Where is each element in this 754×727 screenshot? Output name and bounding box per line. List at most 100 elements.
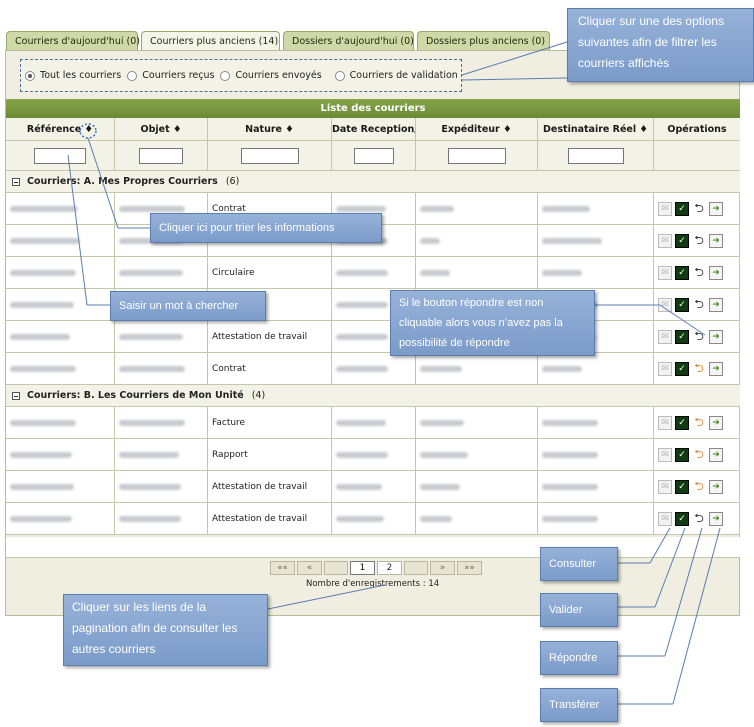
reply-icon[interactable]: ⮌: [692, 480, 706, 494]
view-icon[interactable]: ✉: [658, 329, 672, 344]
search-objet-input[interactable]: [139, 147, 183, 164]
redacted-text: [336, 269, 388, 276]
table-row[interactable]: Contrat ✉ ✓ ⮌ ➜: [6, 353, 740, 385]
column-label: Nature: [245, 124, 282, 135]
reply-icon[interactable]: ⮌: [692, 298, 706, 312]
col-expediteur[interactable]: Expéditeur ♦: [416, 118, 538, 140]
forward-icon[interactable]: ➜: [709, 201, 723, 216]
validate-icon[interactable]: ✓: [675, 233, 689, 248]
table-row[interactable]: Rapport ✉ ✓ ⮌ ➜: [6, 439, 740, 471]
tab-older-mail[interactable]: Courriers plus anciens (14): [141, 31, 280, 52]
validate-icon[interactable]: ✓: [675, 361, 689, 376]
forward-icon[interactable]: ➜: [709, 511, 723, 526]
group-header-a[interactable]: Courriers: A. Mes Propres Courriers (6): [6, 171, 740, 193]
search-nature-input[interactable]: [240, 147, 299, 164]
table-row[interactable]: Attestation de travail ✉ ✓ ⮌ ➜: [6, 321, 740, 353]
forward-icon[interactable]: ➜: [709, 297, 723, 312]
cell-date: [332, 257, 416, 288]
col-destinataire[interactable]: Destinataire Réel ♦: [538, 118, 654, 140]
tab-today-files[interactable]: Dossiers d'aujourd'hui (0): [283, 31, 414, 51]
cell-operations: ✉ ✓ ⮌ ➜: [654, 193, 740, 224]
sort-icon[interactable]: ♦: [639, 124, 648, 135]
search-cell: [654, 141, 740, 170]
view-icon[interactable]: ✉: [658, 511, 672, 526]
last-page-button[interactable]: »»: [457, 561, 482, 575]
view-icon[interactable]: ✉: [658, 297, 672, 312]
search-destinataire-input[interactable]: [567, 147, 624, 164]
collapse-icon[interactable]: [12, 391, 20, 400]
validate-icon[interactable]: ✓: [675, 447, 689, 462]
forward-icon[interactable]: ➜: [709, 233, 723, 248]
view-icon[interactable]: ✉: [658, 479, 672, 494]
cell-expediteur: [416, 439, 538, 470]
tab-older-files[interactable]: Dossiers plus anciens (0): [417, 31, 550, 51]
forward-icon[interactable]: ➜: [709, 479, 723, 494]
radio-icon[interactable]: [127, 70, 138, 81]
view-icon[interactable]: ✉: [658, 447, 672, 462]
reply-icon[interactable]: ⮌: [692, 448, 706, 462]
validate-icon[interactable]: ✓: [675, 415, 689, 430]
sort-icon[interactable]: ♦: [173, 124, 182, 135]
reply-icon[interactable]: ⮌: [692, 234, 706, 248]
cell-operations: ✉ ✓ ⮌ ➜: [654, 289, 740, 320]
search-date-input[interactable]: [353, 147, 394, 164]
forward-icon[interactable]: ➜: [709, 415, 723, 430]
validate-icon[interactable]: ✓: [675, 297, 689, 312]
sort-icon[interactable]: ♦: [285, 124, 294, 135]
forward-icon[interactable]: ➜: [709, 447, 723, 462]
table-row[interactable]: Circulaire ✉ ✓ ⮌ ➜: [6, 257, 740, 289]
first-page-button[interactable]: ««: [270, 561, 295, 575]
validate-icon[interactable]: ✓: [675, 201, 689, 216]
view-icon[interactable]: ✉: [658, 201, 672, 216]
sort-icon[interactable]: ♦: [503, 124, 512, 135]
col-reference[interactable]: Référence ♦: [6, 118, 115, 140]
validate-icon[interactable]: ✓: [675, 265, 689, 280]
page-2-button[interactable]: 2: [377, 561, 402, 575]
tab-today-mail[interactable]: Courriers d'aujourd'hui (0): [6, 31, 140, 51]
view-icon[interactable]: ✉: [658, 265, 672, 280]
redacted-text: [10, 269, 76, 276]
table-row[interactable]: Facture ✉ ✓ ⮌ ➜: [6, 407, 740, 439]
reply-icon[interactable]: ⮌: [692, 512, 706, 526]
search-cell: [6, 141, 115, 170]
view-icon[interactable]: ✉: [658, 361, 672, 376]
validate-icon[interactable]: ✓: [675, 511, 689, 526]
collapse-icon[interactable]: [12, 177, 20, 186]
group-header-b[interactable]: Courriers: B. Les Courriers de Mon Unité…: [6, 385, 740, 407]
radio-selected-icon[interactable]: [25, 70, 35, 81]
filter-validation[interactable]: Courriers de validation: [334, 70, 458, 81]
group-label: Courriers: B. Les Courriers de Mon Unité: [27, 390, 244, 401]
filter-sent[interactable]: Courriers envoyés: [220, 70, 322, 81]
search-reference-input[interactable]: [34, 147, 86, 164]
col-nature[interactable]: Nature ♦: [208, 118, 332, 140]
forward-icon[interactable]: ➜: [709, 265, 723, 280]
col-objet[interactable]: Objet ♦: [115, 118, 208, 140]
filter-received[interactable]: Courriers reçus: [127, 70, 214, 81]
validate-icon[interactable]: ✓: [675, 479, 689, 494]
filter-all[interactable]: Tout les courriers: [25, 70, 121, 81]
next-page-button[interactable]: »: [430, 561, 455, 575]
search-expediteur-input[interactable]: [447, 147, 506, 164]
forward-icon[interactable]: ➜: [709, 329, 723, 344]
search-cell: [538, 141, 654, 170]
view-icon[interactable]: ✉: [658, 415, 672, 430]
redacted-text: [542, 515, 598, 522]
reply-icon[interactable]: ⮌: [692, 416, 706, 430]
forward-icon[interactable]: ➜: [709, 361, 723, 376]
table-row[interactable]: Attestation de travail ✉ ✓ ⮌ ➜: [6, 503, 740, 535]
radio-icon[interactable]: [334, 70, 345, 81]
page-1-button[interactable]: 1: [350, 561, 375, 575]
validate-icon[interactable]: ✓: [675, 329, 689, 344]
reply-icon[interactable]: ⮌: [692, 362, 706, 376]
radio-icon[interactable]: [220, 70, 231, 81]
reply-icon[interactable]: ⮌: [692, 266, 706, 280]
sort-icon[interactable]: ♦: [85, 124, 94, 135]
prev-page-button[interactable]: «: [297, 561, 322, 575]
redacted-text: [119, 515, 181, 522]
view-icon[interactable]: ✉: [658, 233, 672, 248]
reply-icon[interactable]: ⮌: [692, 202, 706, 216]
col-date[interactable]: Date Reception/E: [332, 118, 416, 140]
column-headers: Référence ♦ Objet ♦ Nature ♦ Date Recept…: [6, 118, 740, 141]
reply-icon[interactable]: ⮌: [692, 330, 706, 344]
table-row[interactable]: Attestation de travail ✉ ✓ ⮌ ➜: [6, 471, 740, 503]
